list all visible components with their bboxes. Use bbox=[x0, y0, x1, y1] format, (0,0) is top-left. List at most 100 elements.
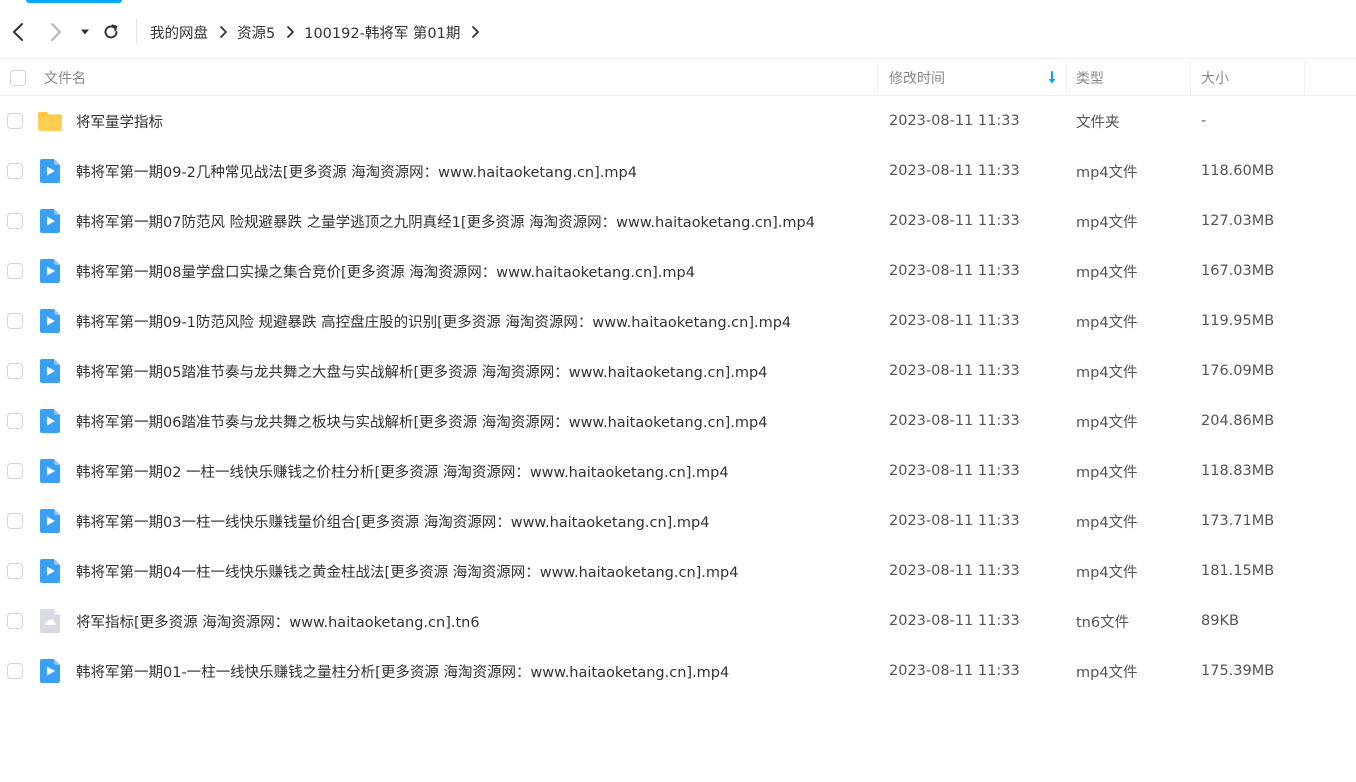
file-row[interactable]: 韩将军第一期04一柱一线快乐赚钱之黄金柱战法[更多资源 海淘资源网：www.ha… bbox=[0, 546, 1356, 596]
history-dropdown-button[interactable] bbox=[76, 16, 94, 48]
row-checkbox[interactable] bbox=[7, 613, 23, 629]
file-size: 167.03MB bbox=[1201, 263, 1275, 279]
file-row[interactable]: 韩将军第一期08量学盘口实操之集合竞价[更多资源 海淘资源网：www.haita… bbox=[0, 246, 1356, 296]
file-list: 将军量学指标 2023-08-11 11:33 文件夹 - 韩将军第一期09-2几种常见… bbox=[0, 96, 1356, 696]
column-header-type[interactable]: 类型 bbox=[1067, 59, 1191, 96]
video-file-icon bbox=[37, 246, 63, 296]
file-row[interactable]: 韩将军第一期05踏准节奏与龙共舞之大盘与实战解析[更多资源 海淘资源网：www.… bbox=[0, 346, 1356, 396]
breadcrumb-item-resource5[interactable]: 资源5 bbox=[237, 22, 275, 43]
row-checkbox[interactable] bbox=[7, 563, 23, 579]
file-size: 176.09MB bbox=[1201, 363, 1275, 379]
file-name[interactable]: 将军量学指标 bbox=[76, 96, 163, 146]
video-file-icon bbox=[37, 546, 63, 596]
file-row[interactable]: 韩将军第一期07防范风 险规避暴跌 之量学逃顶之九阴真经1[更多资源 海淘资源网… bbox=[0, 196, 1356, 246]
file-modified-time: 2023-08-11 11:33 bbox=[889, 163, 1020, 179]
file-name[interactable]: 韩将军第一期07防范风 险规避暴跌 之量学逃顶之九阴真经1[更多资源 海淘资源网… bbox=[76, 196, 815, 246]
breadcrumb-item-current[interactable]: 100192-韩将军 第01期 bbox=[304, 22, 460, 43]
file-modified-time: 2023-08-11 11:33 bbox=[889, 313, 1020, 329]
file-modified-time: 2023-08-11 11:33 bbox=[889, 663, 1020, 679]
file-type: 文件夹 bbox=[1076, 114, 1120, 131]
file-size: 175.39MB bbox=[1201, 663, 1275, 679]
file-size: 118.83MB bbox=[1201, 463, 1275, 479]
video-file-icon bbox=[37, 346, 63, 396]
forward-button[interactable] bbox=[42, 16, 70, 48]
file-row[interactable]: 韩将军第一期02 一柱一线快乐赚钱之价柱分析[更多资源 海淘资源网：www.ha… bbox=[0, 446, 1356, 496]
file-name[interactable]: 韩将军第一期06踏准节奏与龙共舞之板块与实战解析[更多资源 海淘资源网：www.… bbox=[76, 396, 767, 446]
file-size: 119.95MB bbox=[1201, 313, 1275, 329]
row-checkbox[interactable] bbox=[7, 313, 23, 329]
file-type: mp4文件 bbox=[1076, 364, 1138, 381]
file-size: 89KB bbox=[1201, 613, 1239, 629]
column-header-type-label: 类型 bbox=[1076, 70, 1104, 87]
chevron-right-icon bbox=[51, 23, 61, 41]
file-row[interactable]: 将军指标[更多资源 海淘资源网：www.haitaoketang.cn].tn6… bbox=[0, 596, 1356, 646]
file-type: mp4文件 bbox=[1076, 664, 1138, 681]
file-modified-time: 2023-08-11 11:33 bbox=[889, 463, 1020, 479]
row-checkbox[interactable] bbox=[7, 413, 23, 429]
column-header-name[interactable]: 文件名 bbox=[0, 59, 878, 96]
chevron-left-icon bbox=[13, 23, 23, 41]
column-header-size-label: 大小 bbox=[1201, 70, 1229, 87]
video-file-icon bbox=[37, 396, 63, 446]
video-file-icon bbox=[37, 446, 63, 496]
file-row[interactable]: 韩将军第一期06踏准节奏与龙共舞之板块与实战解析[更多资源 海淘资源网：www.… bbox=[0, 396, 1356, 446]
file-modified-time: 2023-08-11 11:33 bbox=[889, 263, 1020, 279]
file-name[interactable]: 韩将军第一期05踏准节奏与龙共舞之大盘与实战解析[更多资源 海淘资源网：www.… bbox=[76, 346, 767, 396]
row-checkbox[interactable] bbox=[7, 463, 23, 479]
file-name[interactable]: 韩将军第一期02 一柱一线快乐赚钱之价柱分析[更多资源 海淘资源网：www.ha… bbox=[76, 446, 729, 496]
video-file-icon bbox=[37, 146, 63, 196]
file-modified-time: 2023-08-11 11:33 bbox=[889, 513, 1020, 529]
back-button[interactable] bbox=[4, 16, 32, 48]
file-type: mp4文件 bbox=[1076, 564, 1138, 581]
file-modified-time: 2023-08-11 11:33 bbox=[889, 363, 1020, 379]
generic-file-icon bbox=[37, 596, 63, 646]
row-checkbox[interactable] bbox=[7, 663, 23, 679]
row-checkbox[interactable] bbox=[7, 163, 23, 179]
file-modified-time: 2023-08-11 11:33 bbox=[889, 213, 1020, 229]
video-file-icon bbox=[37, 296, 63, 346]
file-row[interactable]: 韩将军第一期09-1防范风险 规避暴跌 高控盘庄股的识别[更多资源 海淘资源网：… bbox=[0, 296, 1356, 346]
row-checkbox[interactable] bbox=[7, 513, 23, 529]
video-file-icon bbox=[37, 196, 63, 246]
toolbar-divider bbox=[136, 18, 137, 44]
row-checkbox[interactable] bbox=[7, 263, 23, 279]
breadcrumb-item-root[interactable]: 我的网盘 bbox=[150, 22, 208, 43]
file-name[interactable]: 韩将军第一期03一柱一线快乐赚钱量价组合[更多资源 海淘资源网：www.hait… bbox=[76, 496, 709, 546]
file-type: mp4文件 bbox=[1076, 464, 1138, 481]
file-size: - bbox=[1201, 113, 1207, 129]
active-tab-indicator bbox=[26, 0, 122, 3]
video-file-icon bbox=[37, 496, 63, 546]
file-name[interactable]: 韩将军第一期08量学盘口实操之集合竞价[更多资源 海淘资源网：www.haita… bbox=[76, 246, 695, 296]
file-name[interactable]: 将军指标[更多资源 海淘资源网：www.haitaoketang.cn].tn6 bbox=[76, 596, 480, 646]
file-size: 181.15MB bbox=[1201, 563, 1275, 579]
file-modified-time: 2023-08-11 11:33 bbox=[889, 113, 1020, 129]
file-row[interactable]: 将军量学指标 2023-08-11 11:33 文件夹 - bbox=[0, 96, 1356, 146]
sort-descending-icon[interactable] bbox=[1047, 59, 1057, 96]
file-row[interactable]: 韩将军第一期01-一柱一线快乐赚钱之量柱分析[更多资源 海淘资源网：www.ha… bbox=[0, 646, 1356, 696]
breadcrumb-separator-icon bbox=[286, 25, 295, 39]
file-name[interactable]: 韩将军第一期09-2几种常见战法[更多资源 海淘资源网：www.haitaoke… bbox=[76, 146, 637, 196]
navigation-bar: 我的网盘 资源5 100192-韩将军 第01期 bbox=[0, 8, 1356, 56]
row-checkbox[interactable] bbox=[7, 113, 23, 129]
caret-down-icon bbox=[81, 29, 89, 35]
file-name[interactable]: 韩将军第一期09-1防范风险 规避暴跌 高控盘庄股的识别[更多资源 海淘资源网：… bbox=[76, 296, 791, 346]
file-size: 204.86MB bbox=[1201, 413, 1275, 429]
file-type: tn6文件 bbox=[1076, 614, 1130, 631]
file-modified-time: 2023-08-11 11:33 bbox=[889, 563, 1020, 579]
row-checkbox[interactable] bbox=[7, 363, 23, 379]
column-header-size[interactable]: 大小 bbox=[1191, 59, 1305, 96]
file-size: 173.71MB bbox=[1201, 513, 1275, 529]
video-file-icon bbox=[37, 646, 63, 696]
file-name[interactable]: 韩将军第一期01-一柱一线快乐赚钱之量柱分析[更多资源 海淘资源网：www.ha… bbox=[76, 646, 729, 696]
file-modified-time: 2023-08-11 11:33 bbox=[889, 413, 1020, 429]
refresh-button[interactable] bbox=[98, 16, 124, 48]
column-header-time[interactable]: 修改时间 bbox=[878, 59, 1067, 96]
file-name[interactable]: 韩将军第一期04一柱一线快乐赚钱之黄金柱战法[更多资源 海淘资源网：www.ha… bbox=[76, 546, 738, 596]
breadcrumb-separator-icon bbox=[219, 25, 228, 39]
row-checkbox[interactable] bbox=[7, 213, 23, 229]
file-row[interactable]: 韩将军第一期03一柱一线快乐赚钱量价组合[更多资源 海淘资源网：www.hait… bbox=[0, 496, 1356, 546]
breadcrumb-separator-icon[interactable] bbox=[471, 25, 480, 39]
file-type: mp4文件 bbox=[1076, 164, 1138, 181]
file-row[interactable]: 韩将军第一期09-2几种常见战法[更多资源 海淘资源网：www.haitaoke… bbox=[0, 146, 1356, 196]
select-all-checkbox[interactable] bbox=[10, 69, 26, 86]
